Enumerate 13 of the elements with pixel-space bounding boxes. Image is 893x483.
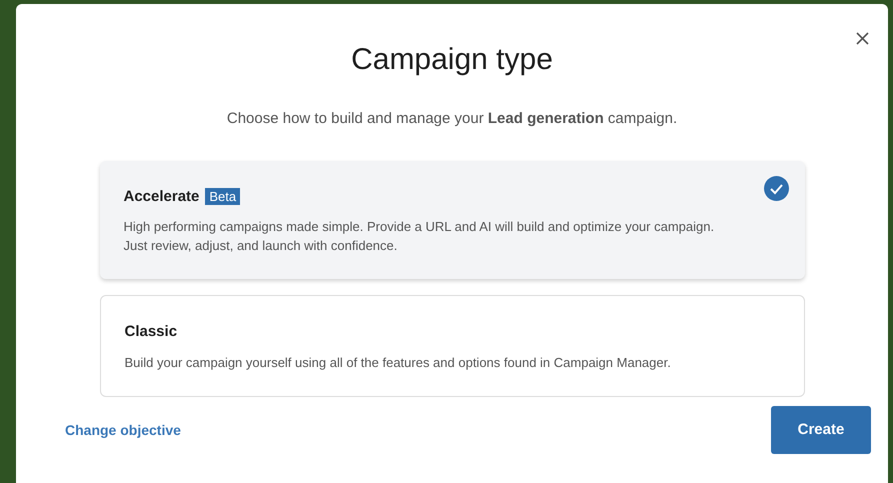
option-title: Accelerate — [124, 186, 200, 206]
option-description: High performing campaigns made simple. Provide a URL and AI will build and optimize your campaign. Just review, adjust, and launch with confidence. — [124, 218, 716, 255]
change-objective-link[interactable]: Change objective — [65, 420, 181, 440]
option-card[interactable]: Accelerate Beta High performing campaigns made simple. Provide a URL and AI will build and optimize your campaign. Just review, adjust, and launch with confidence. — [100, 160, 804, 279]
option-card[interactable]: Classic Build your campaign yourself using all of the features and options found in Campaign Manager. — [100, 295, 804, 396]
create-button[interactable]: Create — [771, 406, 871, 454]
beta-badge: Beta — [205, 188, 240, 206]
check-icon — [764, 176, 788, 200]
dialog-title: Campaign type — [351, 42, 553, 78]
close-icon — [856, 32, 868, 44]
option-description: Build your campaign yourself using all of the features and options found in Campaign Manager. — [124, 354, 672, 372]
dialog-subtitle: Choose how to build and manage your Lead generation campaign. — [226, 109, 678, 129]
option-title: Classic — [124, 322, 178, 342]
